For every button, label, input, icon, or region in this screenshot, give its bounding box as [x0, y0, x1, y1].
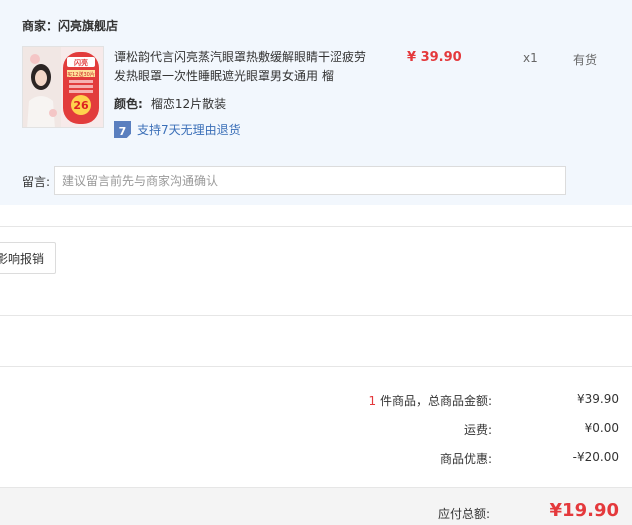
total-label: 应付总额: [437, 507, 490, 521]
summary-goods-label: 1 件商品，总商品金额: [369, 392, 493, 409]
shop-label: 商家： [22, 19, 59, 33]
discount-label: 商品优惠: [439, 452, 492, 466]
product-thumbnail[interactable]: 闪亮 买12送30片 26 [22, 46, 104, 128]
remark-input[interactable] [54, 166, 566, 195]
discount-value: -¥20.00 [572, 450, 619, 464]
shop-name-link[interactable]: 闪亮旗舰店 [58, 19, 118, 33]
divider [0, 226, 632, 227]
product-title-link[interactable]: 谭松韵代言闪亮蒸汽眼罩热敷缓解眼睛干涩疲劳发热眼罩一次性睡眠遮光眼罩男女通用 榴 [114, 48, 369, 86]
divider [0, 315, 632, 316]
product-number-text: 26 [73, 99, 89, 112]
product-brand-text: 闪亮 [74, 58, 88, 67]
total-value: ¥19.90 [549, 500, 619, 521]
total-bar: 应付总额: ¥19.90 [0, 487, 632, 525]
invoice-button[interactable]: 影响报销 [0, 242, 56, 274]
product-promo-text: 买12送30片 [67, 71, 95, 78]
shipping-label: 运费: [463, 423, 492, 437]
product-spec: 颜色: 榴恋12片散装 [114, 95, 226, 112]
item-count-suffix: 件商品，总商品金额: [376, 394, 492, 408]
item-count: 1 [368, 394, 377, 408]
product-quantity: x1 [523, 51, 538, 65]
order-item-panel: 商家：闪亮旗舰店 闪亮 买12送30片 26 谭松韵代言闪亮蒸汽眼罩热敷缓解眼睛… [0, 0, 632, 205]
stock-status: 有货 [573, 53, 598, 67]
return-policy[interactable]: 7 支持7天无理由退货 [114, 121, 241, 138]
spec-key: 颜色: [114, 97, 143, 111]
shipping-value: ¥0.00 [584, 421, 619, 435]
product-price: ¥ 39.90 [407, 50, 462, 65]
summary-goods-value: ¥39.90 [577, 392, 619, 406]
remark-label: 留言: [22, 175, 51, 189]
product-image: 闪亮 买12送30片 26 [23, 47, 103, 127]
return-7day-icon: 7 [114, 121, 131, 138]
spec-value: 榴恋12片散装 [150, 97, 227, 111]
divider [0, 366, 632, 367]
shop-header: 商家：闪亮旗舰店 [22, 17, 118, 34]
return-policy-text: 支持7天无理由退货 [137, 123, 241, 137]
